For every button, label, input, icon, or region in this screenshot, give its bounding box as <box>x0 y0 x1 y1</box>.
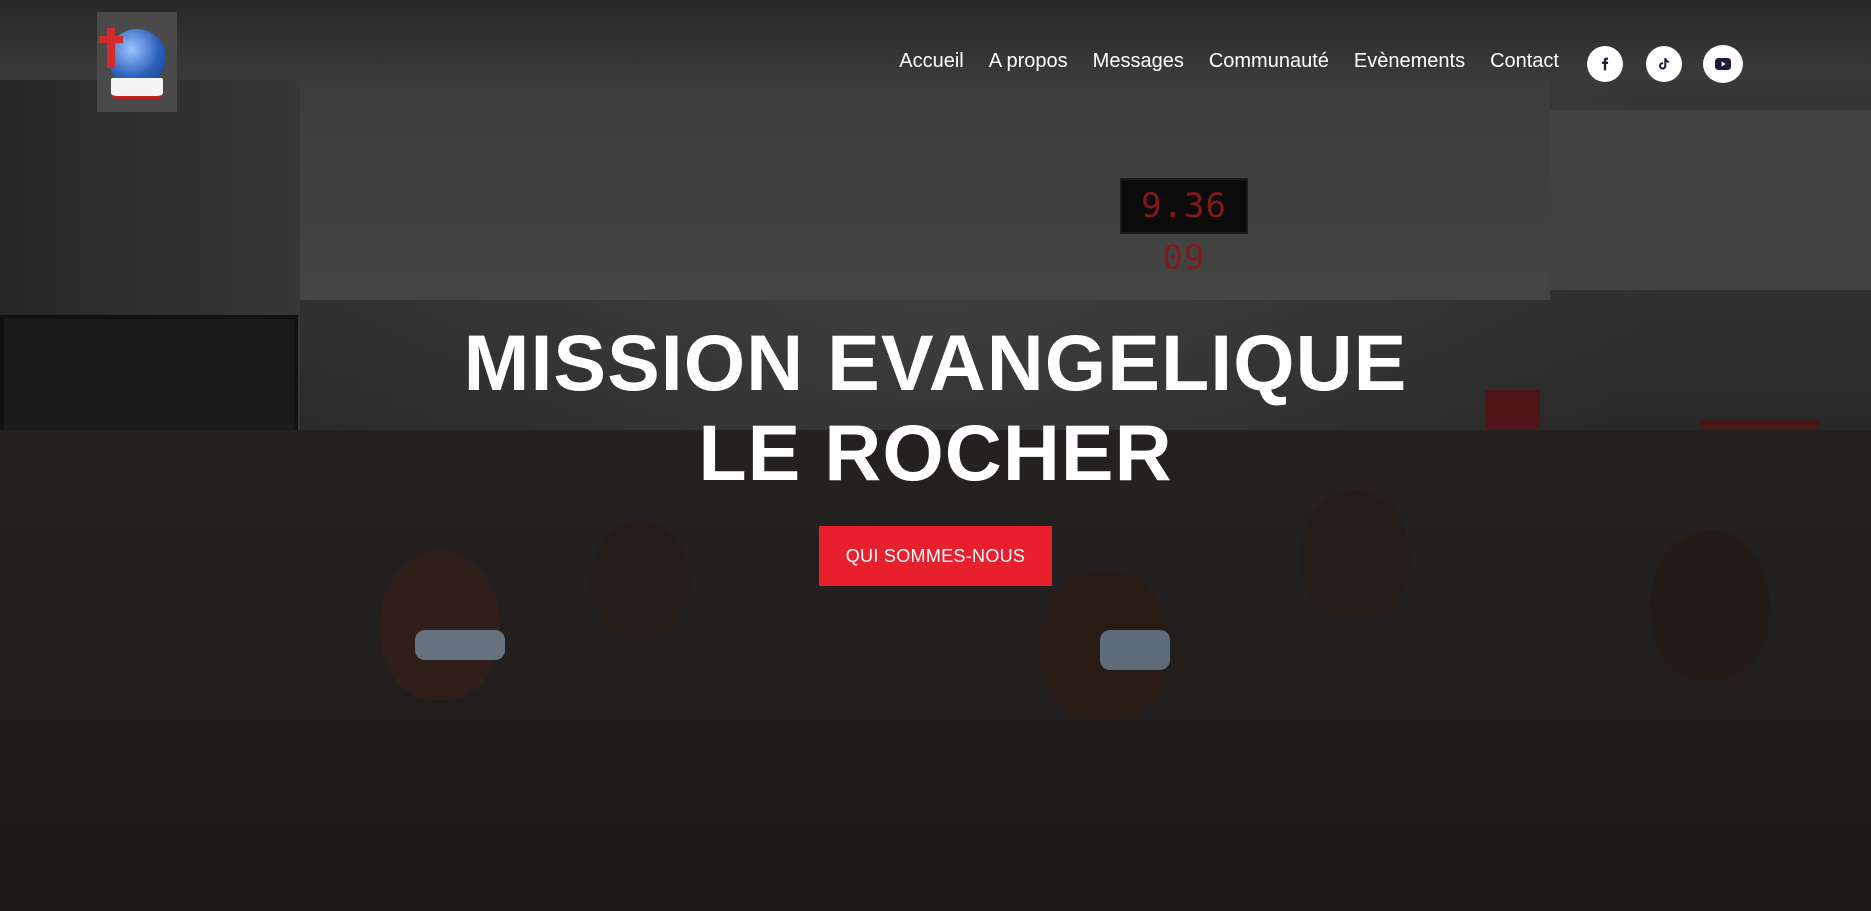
tiktok-link[interactable] <box>1646 46 1682 82</box>
nav-item-communaute[interactable]: Communauté <box>1209 50 1329 73</box>
nav-item-messages[interactable]: Messages <box>1093 50 1184 73</box>
youtube-link[interactable] <box>1703 45 1743 83</box>
youtube-icon <box>1715 58 1731 70</box>
bible-logo-icon <box>111 78 163 99</box>
site-logo[interactable] <box>97 12 177 112</box>
cross-logo-icon <box>99 28 123 68</box>
main-nav: Accueil A propos Messages Communauté Evè… <box>874 50 1559 73</box>
nav-item-a-propos[interactable]: A propos <box>989 50 1068 73</box>
facebook-link[interactable] <box>1587 46 1623 82</box>
facebook-icon <box>1602 57 1609 71</box>
nav-item-contact[interactable]: Contact <box>1490 50 1559 73</box>
nav-item-accueil[interactable]: Accueil <box>899 50 963 73</box>
social-links <box>1587 45 1743 83</box>
about-us-button[interactable]: QUI SOMMES-NOUS <box>819 526 1052 586</box>
hero-title-line-2: LE ROCHER <box>698 408 1173 497</box>
hero-title: MISSION EVANGELIQUE LE ROCHER <box>0 318 1871 498</box>
hero-section: 9.36 09 Accueil A propos Messages Commun… <box>0 0 1871 911</box>
hero-title-line-1: MISSION EVANGELIQUE <box>463 318 1408 407</box>
nav-item-evenements[interactable]: Evènements <box>1354 50 1465 73</box>
tiktok-icon <box>1658 58 1669 70</box>
